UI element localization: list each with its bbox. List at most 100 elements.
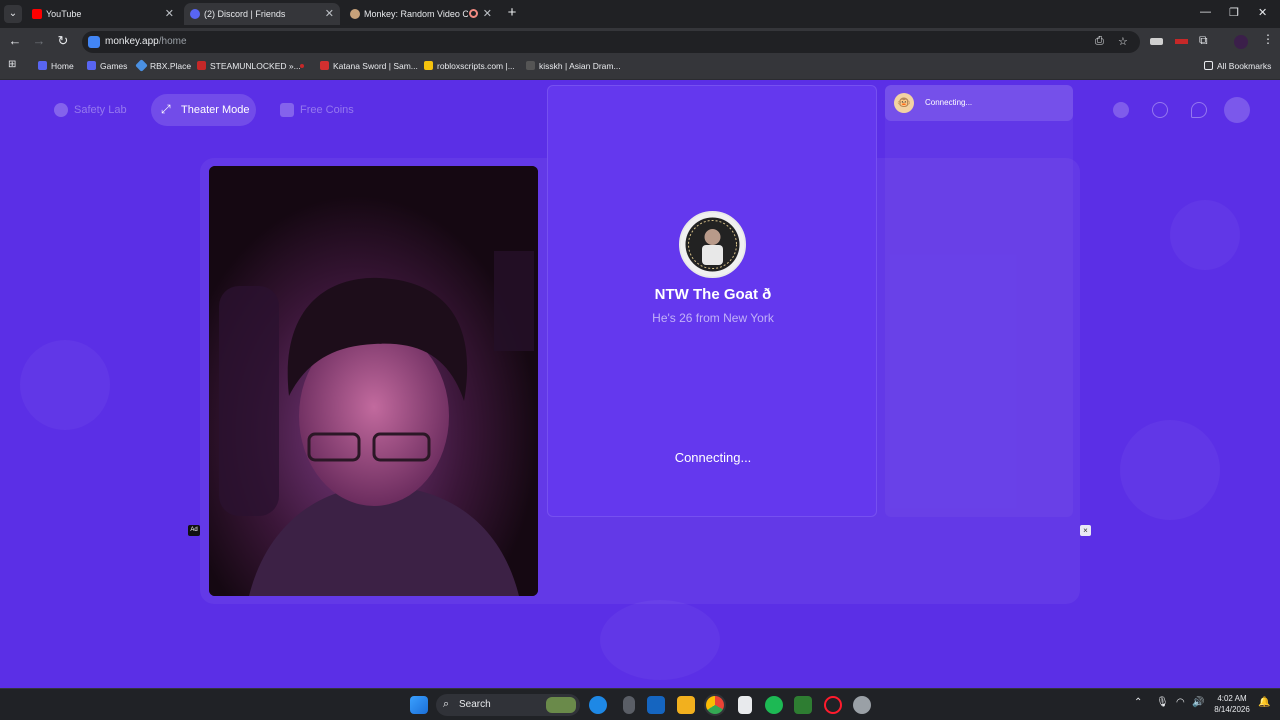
app-icon[interactable] [794,696,812,714]
chevron-up-icon[interactable]: ⌃ [1134,697,1142,708]
peer-name: NTW The Goat ð [654,286,772,303]
notepad-icon[interactable] [738,696,752,714]
new-tab-button[interactable]: + [504,5,520,21]
tab-strip: ⌄ YouTube ✕ (2) Discord | Friends ✕ Monk… [0,0,1280,28]
url-text[interactable]: monkey.app/home [105,36,187,47]
windows-taskbar: ⌕ Search ⌃ 🎙 ◠ 🔊 4:02 AM 8/14/2026 🔔 [0,688,1280,720]
install-app-icon[interactable]: ⎙ [1095,35,1104,48]
file-explorer-icon[interactable] [677,696,695,714]
reload-icon[interactable]: ↻ [54,33,72,49]
settings-gear-icon[interactable] [853,696,871,714]
monkey-icon [350,9,360,19]
bookmark-untitled[interactable] [300,61,308,71]
rbx-icon [135,59,148,72]
taskbar-search[interactable]: ⌕ Search [436,694,580,716]
user-avatar[interactable] [1224,97,1250,123]
volume-icon[interactable]: 🔊 [1192,697,1204,708]
tab-title: YouTube [46,9,82,19]
peer-subtitle: He's 26 from New York [652,311,774,325]
youtube-icon [32,9,42,19]
tab-youtube[interactable]: YouTube ✕ [26,3,180,25]
connection-status: Connecting... [674,450,752,465]
close-tab-icon[interactable]: ✕ [325,3,334,25]
address-bar[interactable]: monkey.app/home ⎙ ☆ [82,31,1140,53]
clock-date: 8/14/2026 [1214,705,1250,714]
self-video-feed [209,166,538,596]
bookmark-games[interactable]: Games [87,61,127,71]
all-bookmarks[interactable]: All Bookmarks [1204,61,1271,71]
windows-start-icon[interactable] [410,696,428,714]
bookmark-home[interactable]: Home [38,61,74,71]
close-window-icon[interactable]: ✕ [1258,6,1267,19]
search-icon: ⌕ [443,698,450,710]
expand-icon: ⤢ [161,102,171,116]
katana-icon [320,61,329,70]
safety-lab-button[interactable]: Safety Lab [44,94,132,126]
taskbar-clock[interactable]: 4:02 AM 8/14/2026 [1206,693,1258,715]
background-pattern [1120,420,1220,520]
discord-icon [87,61,96,70]
bookmark-steamunlocked[interactable]: STEAMUNLOCKED »... [197,61,301,71]
chat-status-text: Connecting... [925,98,973,107]
chrome-icon[interactable] [704,694,726,716]
history-icon[interactable] [1152,102,1168,118]
search-highlight-icon [546,697,576,713]
edge-icon[interactable] [589,696,607,714]
shield-icon [54,103,68,117]
free-coins-button[interactable]: Free Coins [270,94,358,126]
spotify-icon[interactable] [765,696,783,714]
extensions-puzzle-icon[interactable]: ⧉ [1199,33,1212,47]
folder-icon [1204,61,1213,70]
ad-close-button[interactable]: × [1080,525,1091,536]
bookmark-kisskh[interactable]: kisskh | Asian Dram... [526,61,621,71]
extension-icon[interactable] [1150,38,1163,45]
minimize-icon[interactable]: — [1200,6,1211,18]
tab-search-button[interactable]: ⌄ [4,5,22,23]
tab-title: (2) Discord | Friends [204,9,286,19]
browser-toolbar: ← → ↻ monkey.app/home ⎙ ☆ ⧉ ⋮ [0,28,1280,56]
mouse-app-icon[interactable] [623,696,635,714]
bookmark-icon [300,64,304,68]
apps-grid-icon[interactable]: ⊞ [8,59,16,70]
webcam-image [209,166,538,596]
microphone-icon[interactable]: 🎙 [1156,697,1169,708]
ad-badge: Ad [188,525,200,536]
bookmarks-bar: ⊞ Home Games RBX.Place STEAMUNLOCKED »..… [0,56,1280,80]
close-tab-icon[interactable]: ✕ [483,3,492,25]
opera-icon[interactable] [824,696,842,714]
extension-icon[interactable] [1175,39,1188,44]
coin-balance-icon[interactable] [1113,102,1129,118]
monkey-avatar-icon: 🐵 [894,93,914,113]
store-icon[interactable] [647,696,665,714]
peer-avatar-image [681,213,744,276]
steam-icon [197,61,206,70]
menu-icon[interactable]: ⋮ [1262,32,1275,46]
notification-icon[interactable]: 🔔 [1258,697,1270,708]
chat-bubble-icon[interactable] [1191,102,1207,118]
bookmark-katana[interactable]: Katana Sword | Sam... [320,61,418,71]
tab-discord[interactable]: (2) Discord | Friends ✕ [184,3,340,25]
bookmark-rbx-place[interactable]: RBX.Place [135,59,191,72]
background-pattern [1170,200,1240,270]
robloxscripts-icon [424,61,433,70]
tab-title: Monkey: Random Video Ch [364,9,468,19]
clock-time: 4:02 AM [1217,694,1247,703]
profile-avatar-icon[interactable] [1234,35,1248,49]
kisskh-icon [526,61,535,70]
close-tab-icon[interactable]: ✕ [165,3,174,25]
forward-icon[interactable]: → [30,33,48,48]
wifi-icon[interactable]: ◠ [1176,697,1185,708]
tab-monkey[interactable]: Monkey: Random Video Ch ✕ [344,3,498,25]
discord-icon [190,9,200,19]
coins-icon [280,103,294,117]
site-info-icon[interactable] [88,36,100,48]
bookmark-robloxscripts[interactable]: robloxscripts.com |... [424,61,515,71]
restore-icon[interactable]: ❐ [1229,6,1239,19]
peer-panel: NTW The Goat ð He's 26 from New York Con… [547,85,877,517]
bookmark-star-icon[interactable]: ☆ [1118,35,1128,48]
background-pattern [20,340,110,430]
back-icon[interactable]: ← [6,33,24,48]
recording-icon [469,9,478,18]
theater-mode-button[interactable]: ⤢ Theater Mode [151,94,256,126]
chat-sidebar: 🐵 Connecting... [885,85,1073,517]
